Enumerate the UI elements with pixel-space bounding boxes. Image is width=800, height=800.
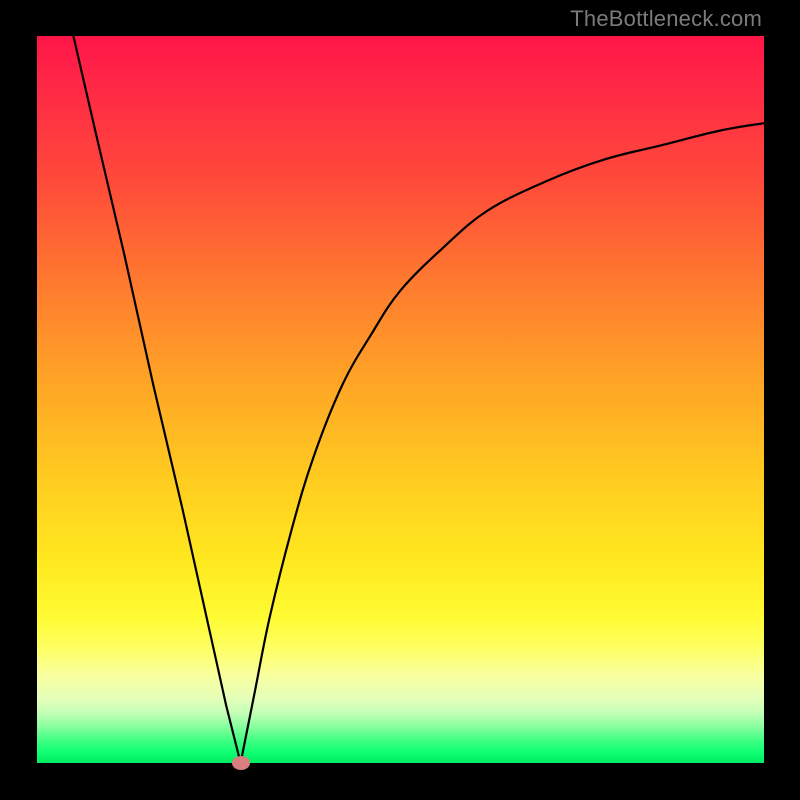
curve-left-branch xyxy=(73,36,240,763)
chart-frame: TheBottleneck.com xyxy=(0,0,800,800)
curve-right-branch xyxy=(241,123,764,763)
watermark-text: TheBottleneck.com xyxy=(570,6,762,32)
plot-area xyxy=(37,36,764,763)
minimum-marker xyxy=(232,756,250,770)
curve-layer xyxy=(37,36,764,763)
